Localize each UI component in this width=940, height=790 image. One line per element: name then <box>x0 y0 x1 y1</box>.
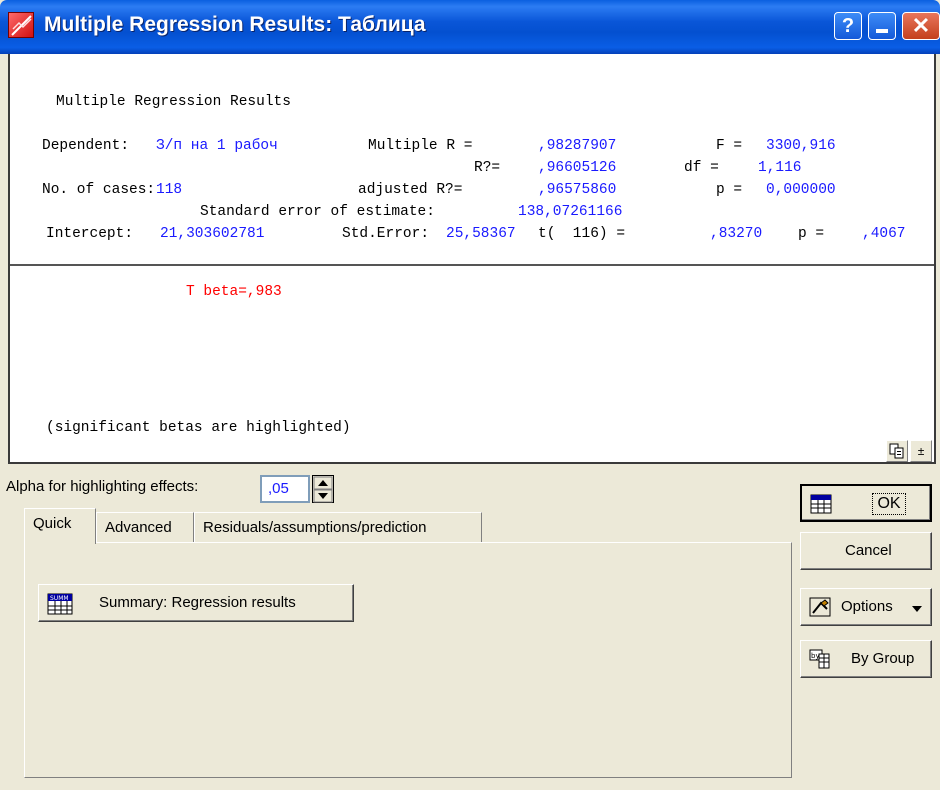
options-icon <box>809 597 831 621</box>
multiple-r-value: ,98287907 <box>538 138 617 154</box>
std-error-estimate-value: 138,07261166 <box>518 204 623 220</box>
intercept-label: Intercept: <box>46 226 134 242</box>
window-title: Multiple Regression Results: Таблица <box>44 13 426 36</box>
f-value: 3300,916 <box>766 138 836 154</box>
tab-residuals[interactable]: Residuals/assumptions/prediction <box>194 512 482 542</box>
by-group-label: By Group <box>851 650 915 667</box>
summary-button-label: Summary: Regression results <box>99 594 296 611</box>
adjusted-r2-label: adjusted R?= <box>358 182 463 198</box>
close-button[interactable]: ✕ <box>902 12 940 40</box>
alpha-input[interactable]: ,05 <box>260 475 310 503</box>
cancel-button[interactable]: Cancel <box>800 532 932 570</box>
p-label: p = <box>716 182 743 198</box>
minimize-button[interactable] <box>868 12 896 40</box>
app-icon <box>8 12 34 38</box>
std-error-label: Std.Error: <box>342 226 430 242</box>
t-stat-value: ,83270 <box>710 226 763 242</box>
intercept-p-value: ,4067 <box>862 226 906 242</box>
tab-quick[interactable]: Quick <box>24 508 96 544</box>
svg-text:SUMM: SUMM <box>50 595 69 602</box>
results-report: Multiple Regression Results Dependent: З… <box>8 54 936 464</box>
alpha-label: Alpha for highlighting effects: <box>6 478 199 495</box>
by-group-icon: by <box>809 649 831 673</box>
t-stat-label: t( 116) = <box>538 226 626 242</box>
beta-line: T beta=,983 <box>186 284 282 300</box>
help-button[interactable]: ? <box>834 12 862 40</box>
intercept-value: 21,303602781 <box>160 226 265 242</box>
intercept-p-label: p = <box>798 226 825 242</box>
alpha-spinner[interactable] <box>312 475 334 503</box>
options-label: Options <box>841 598 893 615</box>
tab-panel-quick <box>24 542 792 778</box>
minimize-icon <box>876 29 888 33</box>
p-value: 0,000000 <box>766 182 836 198</box>
std-error-estimate-label: Standard error of estimate: <box>200 204 435 220</box>
cases-value: 118 <box>156 182 183 198</box>
df-value: 1,116 <box>758 160 802 176</box>
title-bar[interactable]: Multiple Regression Results: Таблица ? ✕ <box>0 0 940 54</box>
chevron-down-icon <box>911 601 923 618</box>
r2-label: R?= <box>474 160 501 176</box>
collapse-icon[interactable]: ± <box>910 440 932 462</box>
svg-text:by: by <box>811 652 820 660</box>
tab-advanced[interactable]: Advanced <box>96 512 194 542</box>
copy-icon[interactable] <box>886 440 908 462</box>
dependent-value: З/п на 1 рабоч <box>156 138 278 154</box>
table-icon <box>810 494 832 518</box>
report-divider <box>10 264 934 266</box>
std-error-value: 25,58367 <box>446 226 516 242</box>
multiple-r-label: Multiple R = <box>368 138 473 154</box>
df-label: df = <box>684 160 719 176</box>
ok-label: OK <box>872 493 906 515</box>
adjusted-r2-value: ,96575860 <box>538 182 617 198</box>
dependent-label: Dependent: <box>42 138 130 154</box>
options-button[interactable]: Options <box>800 588 932 626</box>
footnote: (significant betas are highlighted) <box>46 420 351 436</box>
r2-value: ,96605126 <box>538 160 617 176</box>
report-heading: Multiple Regression Results <box>56 94 291 110</box>
by-group-button[interactable]: by By Group <box>800 640 932 678</box>
ok-button[interactable]: OK <box>800 484 932 522</box>
cancel-label: Cancel <box>845 542 892 559</box>
regression-results-window: Multiple Regression Results: Таблица ? ✕… <box>0 0 940 790</box>
summary-table-icon: SUMM <box>47 593 73 619</box>
summary-regression-results-button[interactable]: SUMM Summary: Regression results <box>38 584 354 622</box>
cases-label: No. of cases: <box>42 182 156 198</box>
f-label: F = <box>716 138 743 154</box>
